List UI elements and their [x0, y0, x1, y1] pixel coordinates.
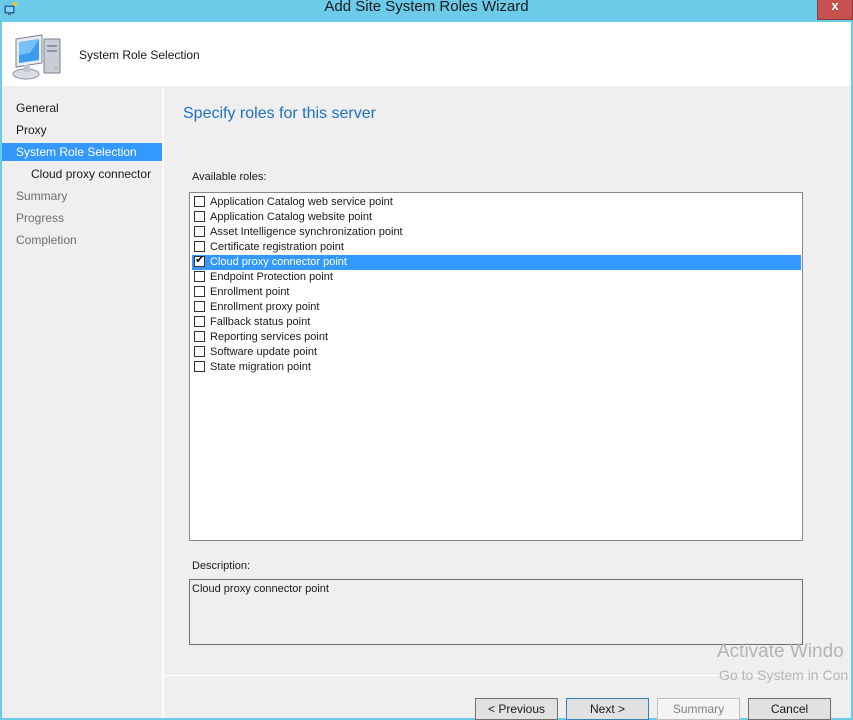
description-box: Cloud proxy connector point — [189, 579, 803, 645]
description-label: Description: — [192, 560, 251, 572]
role-checkbox[interactable] — [194, 331, 205, 342]
section-heading: Specify roles for this server — [183, 105, 376, 122]
role-label: Endpoint Protection point — [210, 271, 333, 283]
nav-item-general[interactable]: General — [2, 99, 162, 117]
summary-button: Summary — [657, 698, 740, 720]
role-checkbox[interactable] — [194, 301, 205, 312]
role-checkbox[interactable] — [194, 241, 205, 252]
role-checkbox[interactable]: ✔ — [194, 254, 205, 267]
nav-item-summary: Summary — [16, 189, 68, 203]
role-list-item[interactable]: Reporting services point — [192, 330, 801, 345]
checkmark-icon: ✔ — [195, 254, 205, 266]
role-list-item[interactable]: Application Catalog web service point — [192, 195, 801, 210]
role-list-item[interactable]: Asset Intelligence synchronization point — [192, 225, 801, 240]
roles-listbox[interactable]: Application Catalog web service point App… — [189, 192, 803, 541]
role-list-item[interactable]: Endpoint Protection point — [192, 270, 801, 285]
available-roles-label: Available roles: — [192, 171, 267, 183]
role-list-item[interactable]: State migration point — [192, 360, 801, 375]
role-checkbox[interactable] — [194, 346, 205, 357]
role-list-item[interactable]: ✔ Cloud proxy connector point — [192, 254, 801, 270]
role-list-item[interactable]: Enrollment point — [192, 285, 801, 300]
role-label: Software update point — [210, 346, 318, 358]
close-button[interactable]: x — [817, 0, 853, 20]
wizard-content: Specify roles for this server Available … — [164, 88, 851, 720]
role-checkbox[interactable] — [194, 211, 205, 222]
window-title: Add Site System Roles Wizard — [324, 0, 529, 15]
role-checkbox[interactable] — [194, 226, 205, 237]
activation-watermark-subtitle: Go to System in Con — [719, 667, 849, 683]
nav-item-progress: Progress — [16, 211, 65, 225]
next-button[interactable]: Next > — [566, 698, 649, 720]
cancel-button[interactable]: Cancel — [748, 698, 831, 720]
role-label: Enrollment proxy point — [210, 301, 320, 313]
wizard-header: System Role Selection — [2, 22, 851, 86]
role-label: Certificate registration point — [210, 241, 344, 253]
role-list-item[interactable]: Fallback status point — [192, 315, 801, 330]
role-checkbox[interactable] — [194, 286, 205, 297]
role-label: Application Catalog web service point — [210, 196, 393, 208]
activation-watermark-title: Activate Windo — [717, 641, 844, 662]
role-label: Enrollment point — [210, 286, 290, 298]
nav-item-completion: Completion — [16, 233, 77, 247]
role-checkbox[interactable] — [194, 196, 205, 207]
computer-icon — [12, 34, 61, 80]
nav-item-cloud-proxy-connector[interactable]: Cloud proxy connector — [2, 165, 162, 183]
nav-item-proxy[interactable]: Proxy — [2, 121, 162, 139]
role-list-item[interactable]: Certificate registration point — [192, 240, 801, 255]
role-label: State migration point — [210, 361, 311, 373]
role-label: Application Catalog website point — [210, 211, 373, 223]
nav-item-system-role-selection[interactable]: System Role Selection — [2, 143, 162, 161]
page-title: System Role Selection — [79, 48, 200, 62]
role-label: Asset Intelligence synchronization point — [210, 226, 403, 238]
role-label: Reporting services point — [210, 331, 329, 343]
role-list-item[interactable]: Enrollment proxy point — [192, 300, 801, 315]
role-label: Fallback status point — [210, 316, 311, 328]
role-label: Cloud proxy connector point — [210, 256, 347, 268]
role-list-item[interactable]: Application Catalog website point — [192, 210, 801, 225]
close-icon: x — [831, 0, 839, 13]
role-checkbox[interactable] — [194, 271, 205, 282]
role-list-item[interactable]: Software update point — [192, 345, 801, 360]
wizard-window: System Role Selection General Proxy Syst… — [2, 22, 851, 720]
role-checkbox[interactable] — [194, 316, 205, 327]
role-checkbox[interactable] — [194, 361, 205, 372]
title-bar[interactable]: Add Site System Roles Wizard x — [0, 0, 853, 22]
wizard-nav: General Proxy System Role Selection Clou… — [2, 88, 164, 718]
previous-button[interactable]: < Previous — [475, 698, 558, 720]
